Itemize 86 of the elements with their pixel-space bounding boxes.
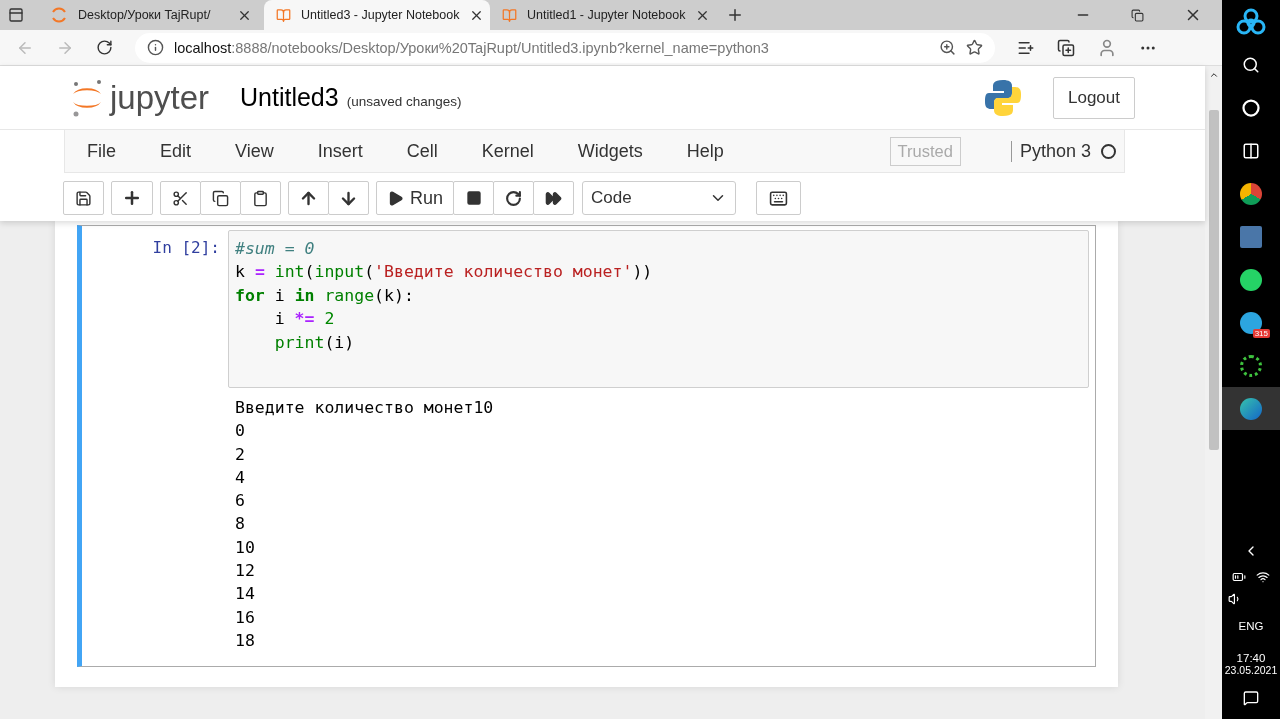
new-tab-icon[interactable] (726, 6, 744, 24)
browser-tab[interactable]: Desktop/Уроки TajRupt/ (38, 0, 264, 30)
menu-item[interactable]: View (221, 140, 288, 162)
tab-actions-icon[interactable] (8, 7, 24, 23)
keyboard-icon (769, 188, 789, 208)
output-line: 8 (234, 513, 246, 536)
menu-item[interactable]: File (73, 140, 130, 162)
paste-button[interactable] (240, 181, 281, 215)
jupyter-logo-icon (70, 77, 104, 118)
menu-item[interactable]: Insert (303, 140, 377, 162)
cell-type-dropdown[interactable]: Code (582, 181, 737, 215)
output-line: 12 (234, 560, 256, 583)
code-cell[interactable]: In [2]: #sum = 0 k = int(input('Введите количество монет')) for i in range(k): i *= 2 print(i) Введите количество монет10 0 2 4 6 8 10 12 14 16 18 (77, 225, 1096, 668)
tab-title: Desktop/Уроки TajRupt/ (78, 8, 212, 22)
kernel-name[interactable]: Python 3 (1010, 140, 1091, 162)
tab-title: Untitled3 - Jupyter Notebook (301, 8, 460, 22)
output-line: 4 (234, 466, 246, 489)
input-prompt: In [2]: (151, 237, 221, 257)
run-all-button[interactable] (533, 181, 575, 215)
python-logo-icon (983, 77, 1023, 118)
keyboard-shortcuts-button[interactable] (756, 181, 802, 215)
notification-badge: 315 (1252, 329, 1270, 338)
play-icon (387, 189, 404, 207)
clock-date[interactable]: 23.05.2021 (1224, 664, 1278, 676)
profile-icon[interactable] (1097, 37, 1117, 58)
menu-item[interactable]: Widgets (563, 140, 657, 162)
stop-icon (465, 190, 482, 206)
scissors-icon (172, 189, 189, 207)
code-line: for i in range(k): (235, 284, 415, 307)
browser-tab[interactable]: Untitled1 - Jupyter Notebook (490, 0, 716, 30)
fast-forward-icon (545, 189, 563, 207)
notebook-icon (276, 7, 291, 23)
browser-tab[interactable]: Untitled3 - Jupyter Notebook (264, 0, 490, 30)
output-line: 14 (234, 583, 256, 606)
insert-cell-button[interactable] (111, 181, 153, 215)
stop-button[interactable] (453, 181, 495, 215)
code-line: i *= 2 (273, 308, 336, 331)
output-line: 18 (234, 629, 256, 652)
plus-icon (122, 188, 142, 208)
scroll-up-icon[interactable] (1208, 70, 1219, 80)
zoom-icon[interactable] (939, 39, 956, 56)
restart-button[interactable] (493, 181, 535, 215)
notebook-name[interactable]: Untitled3 (240, 83, 339, 112)
run-button[interactable]: Run (376, 181, 455, 215)
code-line: print(i) (273, 331, 356, 354)
output-line: Введите количество монет10 (234, 397, 495, 419)
menu-item[interactable]: Kernel (467, 140, 548, 162)
menu-item[interactable]: Help (672, 140, 738, 162)
save-icon (75, 189, 92, 207)
clock-time[interactable]: 17:40 (1236, 652, 1266, 664)
copy-button[interactable] (200, 181, 241, 215)
save-status: (unsaved changes) (346, 94, 463, 109)
move-up-button[interactable] (288, 181, 329, 215)
output-line: 0 (234, 420, 246, 443)
url-text: localhost:8888/notebooks/Desktop/Уроки%20TajRupt/Untitled3.ipynb?kernel_name=python3 (174, 39, 770, 56)
favorite-icon[interactable] (966, 39, 983, 56)
code-line: k = int(input('Введите количество монет')) (235, 261, 654, 284)
wifi-icon[interactable] (1256, 570, 1270, 584)
logo-text: jupyter (110, 78, 210, 117)
info-icon (147, 39, 164, 56)
code-line: #sum = 0 (235, 238, 316, 260)
edge-icon[interactable] (1222, 387, 1280, 430)
copy-icon (212, 189, 229, 207)
code-editor[interactable]: #sum = 0 k = int(input('Введите количество монет')) for i in range(k): i *= 2 print(i) (228, 230, 1089, 388)
move-down-button[interactable] (328, 181, 369, 215)
address-bar[interactable]: localhost:8888/notebooks/Desktop/Уроки%20TajRupt/Untitled3.ipynb?kernel_name=python3 (135, 32, 995, 63)
menu-item[interactable]: Cell (392, 140, 452, 162)
battery-icon[interactable] (1232, 570, 1246, 584)
reload-icon[interactable] (96, 39, 113, 56)
menu-item[interactable]: Edit (146, 140, 206, 162)
cut-button[interactable] (160, 181, 201, 215)
output-line: 10 (234, 536, 256, 559)
restore-icon[interactable] (1131, 8, 1144, 22)
scrollbar[interactable] (1205, 66, 1222, 719)
notebook-icon (502, 7, 517, 23)
logout-button[interactable]: Logout (1053, 76, 1135, 119)
loading-spinner-icon (50, 6, 68, 24)
output-line: 16 (234, 606, 256, 629)
tab-title: Untitled1 - Jupyter Notebook (527, 8, 686, 22)
save-button[interactable] (63, 181, 104, 215)
restart-icon (505, 189, 523, 207)
collections-icon[interactable] (1057, 38, 1075, 57)
output-line: 2 (234, 443, 246, 466)
language-indicator[interactable]: ENG (1238, 620, 1264, 632)
output-line: 6 (234, 490, 246, 513)
clipboard-icon (252, 189, 269, 207)
